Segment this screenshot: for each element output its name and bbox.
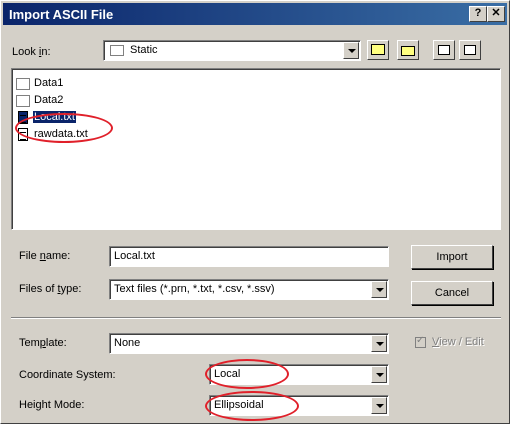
window-title: Import ASCII File <box>9 7 114 22</box>
chevron-down-icon[interactable] <box>371 281 387 298</box>
close-button[interactable]: ✕ <box>487 6 505 22</box>
chevron-down-icon[interactable] <box>343 42 359 59</box>
view-edit-label: View / Edit <box>432 336 484 348</box>
template-label: Template: <box>19 337 67 349</box>
text-file-icon <box>18 128 28 141</box>
file-name-input[interactable]: Local.txt <box>109 246 389 267</box>
new-folder-button[interactable] <box>397 40 419 60</box>
help-button[interactable]: ? <box>469 6 487 22</box>
details-view-button[interactable] <box>459 40 481 60</box>
chevron-down-icon[interactable] <box>371 397 387 414</box>
new-folder-icon <box>401 46 415 56</box>
height-mode-dropdown[interactable]: Ellipsoidal <box>209 395 389 416</box>
template-dropdown[interactable]: None <box>109 333 389 354</box>
files-of-type-dropdown[interactable]: Text files (*.prn, *.txt, *.csv, *.ssv) <box>109 279 389 300</box>
coordinate-system-dropdown[interactable]: Local <box>209 364 389 385</box>
coordinate-system-label: Coordinate System: <box>19 369 116 381</box>
text-file-icon <box>18 111 28 124</box>
coordinate-system-value: Local <box>214 368 241 380</box>
files-of-type-value: Text files (*.prn, *.txt, *.csv, *.ssv) <box>114 283 275 295</box>
files-of-type-label: Files of type: <box>19 283 82 295</box>
file-name-label: File name: <box>19 250 71 262</box>
list-view-button[interactable] <box>433 40 455 60</box>
chevron-down-icon[interactable] <box>371 335 387 352</box>
folder-icon <box>16 78 30 90</box>
look-in-label: Look in: <box>12 46 51 58</box>
up-folder-button[interactable] <box>367 40 389 60</box>
import-ascii-dialog: Import ASCII File ? ✕ Look in: Static Da… <box>0 0 510 424</box>
divider <box>11 317 501 319</box>
template-value: None <box>114 337 141 349</box>
cancel-button[interactable]: Cancel <box>411 281 493 305</box>
file-name-value: Local.txt <box>114 250 155 262</box>
file-list[interactable]: Data1 Data2 Local.txt rawdata.txt <box>11 68 501 230</box>
folder-icon <box>110 45 124 56</box>
look-in-value: Static <box>130 44 158 56</box>
look-in-dropdown[interactable]: Static <box>103 40 361 61</box>
list-view-icon <box>438 45 450 55</box>
import-button[interactable]: Import <box>411 245 493 269</box>
view-edit-checkbox[interactable] <box>415 335 426 348</box>
chevron-down-icon[interactable] <box>371 366 387 383</box>
title-bar[interactable]: Import ASCII File ? ✕ <box>3 3 507 25</box>
height-mode-value: Ellipsoidal <box>214 399 264 411</box>
height-mode-label: Height Mode: <box>19 399 85 411</box>
folder-icon <box>16 95 30 107</box>
details-view-icon <box>464 45 476 55</box>
up-folder-icon <box>371 44 385 55</box>
